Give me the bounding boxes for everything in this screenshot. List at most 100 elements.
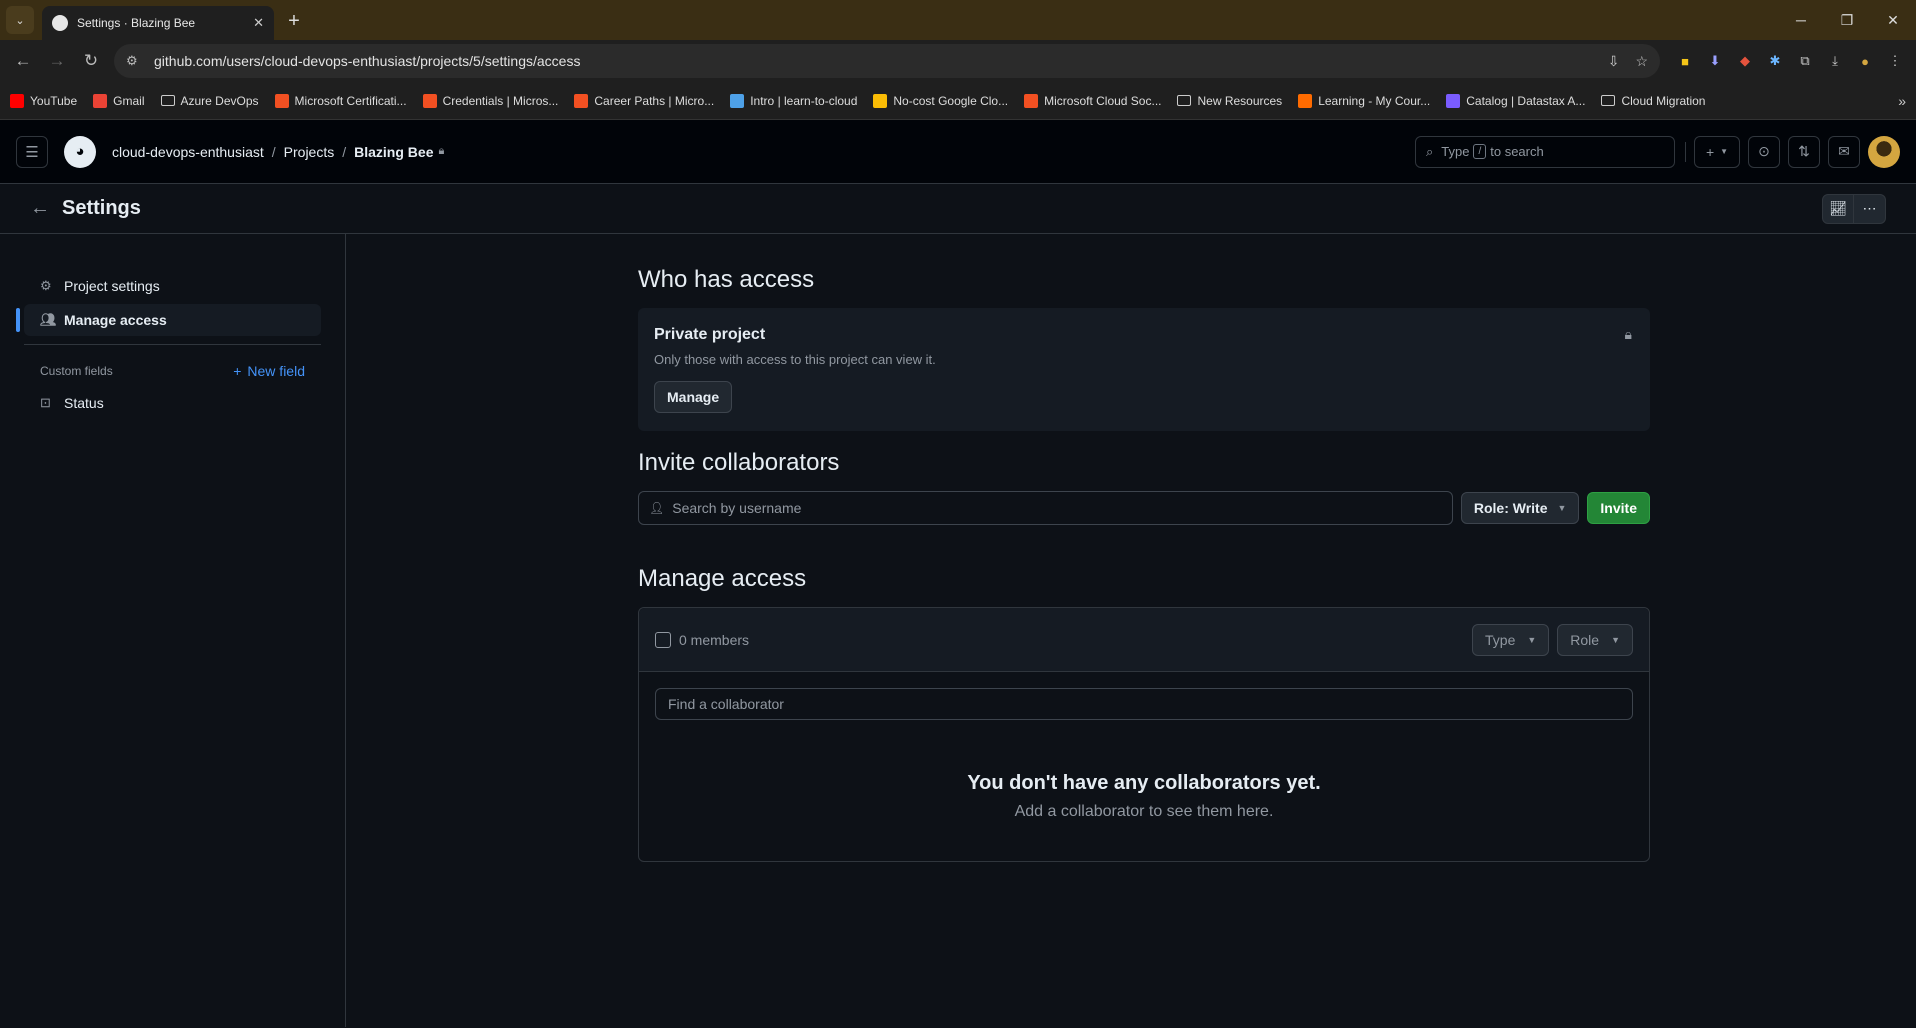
role-select-button[interactable]: Role: Write ▼ bbox=[1460, 492, 1580, 524]
bookmark-favicon-icon bbox=[93, 93, 108, 108]
search-icon: ⌕ bbox=[1426, 143, 1434, 159]
extension-download-icon[interactable]: ⬇ bbox=[1700, 46, 1730, 76]
extensions-area: ■ ⬇ ◆ ✱ ⧉ ⤓ ● ⋮ bbox=[1670, 46, 1910, 76]
new-field-button[interactable]: + New field bbox=[233, 363, 305, 379]
bookmark-item[interactable]: Microsoft Cloud Soc... bbox=[1024, 93, 1162, 108]
insights-chart-icon[interactable]: 📈︎ bbox=[1822, 193, 1854, 224]
select-all-checkbox[interactable] bbox=[655, 631, 671, 648]
site-info-icon[interactable]: ⚙ bbox=[126, 53, 148, 69]
more-bookmarks-icon[interactable]: » bbox=[1898, 93, 1906, 109]
window-controls: ─ ❐ ✕ bbox=[1778, 0, 1916, 40]
members-header: 0 members Type ▼ Role ▼ bbox=[639, 608, 1649, 672]
avatar[interactable] bbox=[1868, 135, 1900, 168]
back-arrow-icon[interactable]: ← bbox=[30, 197, 50, 220]
username-search-placeholder: Search by username bbox=[672, 500, 802, 516]
username-search-input[interactable]: 👤︎ Search by username bbox=[638, 491, 1453, 525]
bookmark-favicon-icon bbox=[1446, 93, 1461, 108]
bookmark-label: Cloud Migration bbox=[1621, 93, 1706, 108]
bookmark-item[interactable]: Credentials | Micros... bbox=[422, 93, 558, 108]
bookmark-label: Microsoft Certificati... bbox=[294, 93, 407, 108]
settings-content: Who has access Private project Only thos… bbox=[346, 234, 1916, 1027]
private-project-description: Only those with access to this project c… bbox=[654, 352, 936, 367]
address-bar[interactable]: ⚙ github.com/users/cloud-devops-enthusia… bbox=[114, 44, 1660, 78]
sidebar-item-status[interactable]: ⊡ Status bbox=[24, 387, 321, 419]
breadcrumb-project[interactable]: Blazing Bee bbox=[354, 144, 433, 160]
bookmark-favicon-icon bbox=[1024, 93, 1039, 108]
github-logo-icon[interactable]: ◕ bbox=[64, 135, 96, 168]
plus-icon: + bbox=[233, 363, 242, 379]
downloads-icon[interactable]: ⤓ bbox=[1820, 46, 1850, 76]
breadcrumb-separator: / bbox=[342, 143, 347, 160]
chevron-down-icon: ▼ bbox=[1611, 634, 1620, 645]
bookmark-item[interactable]: YouTube bbox=[10, 93, 77, 108]
back-icon[interactable]: ← bbox=[6, 44, 40, 78]
pull-requests-icon[interactable]: ⇅ bbox=[1788, 135, 1820, 168]
chevron-down-icon: ▼ bbox=[1720, 147, 1729, 156]
bookmark-favicon-icon bbox=[422, 93, 437, 108]
create-new-button[interactable]: + ▼ bbox=[1694, 135, 1740, 168]
content-column: Who has access Private project Only thos… bbox=[638, 266, 1650, 862]
bookmark-item[interactable]: Microsoft Certificati... bbox=[274, 93, 407, 108]
sidebar-item-project-settings[interactable]: ⚙ Project settings bbox=[24, 270, 321, 302]
forward-icon[interactable]: → bbox=[40, 44, 74, 78]
close-tab-icon[interactable]: ✕ bbox=[253, 15, 264, 31]
tab-title: Settings · Blazing Bee bbox=[77, 16, 196, 30]
role-select-label: Role: Write bbox=[1473, 500, 1548, 516]
more-options-icon[interactable]: ⋯ bbox=[1854, 193, 1886, 224]
bookmark-item[interactable]: Learning - My Cour... bbox=[1298, 93, 1430, 108]
bookmark-label: Career Paths | Micro... bbox=[594, 93, 715, 108]
restore-icon[interactable]: ❐ bbox=[1824, 0, 1870, 40]
profile-icon[interactable]: ● bbox=[1850, 46, 1880, 76]
breadcrumb-projects[interactable]: Projects bbox=[284, 144, 335, 160]
global-search-input[interactable]: ⌕ Type / to search bbox=[1415, 135, 1675, 168]
header-actions: ⌕ Type / to search + ▼ ⊙ ⇅ ✉ bbox=[1415, 135, 1900, 168]
find-collaborator-input[interactable]: Find a collaborator bbox=[655, 688, 1633, 720]
bookmark-label: Intro | learn-to-cloud bbox=[750, 93, 858, 108]
hamburger-menu-icon[interactable]: ☰ bbox=[16, 135, 48, 168]
github-header: ☰ ◕ cloud-devops-enthusiast / Projects /… bbox=[0, 120, 1916, 184]
url-text: github.com/users/cloud-devops-enthusiast… bbox=[154, 53, 581, 69]
close-window-icon[interactable]: ✕ bbox=[1870, 0, 1916, 40]
reload-icon[interactable]: ↻ bbox=[74, 44, 108, 78]
install-app-icon[interactable]: ⇩ bbox=[1608, 53, 1620, 70]
minimize-icon[interactable]: ─ bbox=[1778, 0, 1824, 40]
bookmark-item[interactable]: Gmail bbox=[93, 93, 145, 108]
extensions-puzzle-icon[interactable]: ⧉ bbox=[1790, 46, 1820, 76]
bookmark-item[interactable]: Cloud Migration bbox=[1601, 94, 1705, 108]
sidebar-item-label: Project settings bbox=[64, 278, 160, 294]
bookmark-star-icon[interactable]: ☆ bbox=[1635, 53, 1648, 70]
sidebar-item-manage-access[interactable]: 👥︎ Manage access bbox=[16, 304, 321, 336]
browser-tab[interactable]: Settings · Blazing Bee ✕ bbox=[42, 6, 274, 40]
sidebar-item-label: Manage access bbox=[64, 312, 167, 328]
search-hint-type: Type bbox=[1441, 144, 1470, 159]
bookmark-favicon-icon bbox=[873, 93, 888, 108]
invite-button[interactable]: Invite bbox=[1587, 492, 1650, 524]
bookmark-label: Microsoft Cloud Soc... bbox=[1044, 93, 1162, 108]
bookmark-item[interactable]: No-cost Google Clo... bbox=[873, 93, 1008, 108]
bookmark-item[interactable]: Career Paths | Micro... bbox=[574, 93, 715, 108]
browser-menu-icon[interactable]: ⋮ bbox=[1880, 46, 1910, 76]
extension-red-icon[interactable]: ◆ bbox=[1730, 46, 1760, 76]
custom-fields-label: Custom fields bbox=[40, 364, 113, 378]
bookmark-favicon-icon bbox=[1298, 93, 1313, 108]
bookmark-label: New Resources bbox=[1197, 93, 1283, 108]
bookmark-favicon-icon bbox=[274, 93, 289, 108]
tab-search-chevron-icon[interactable]: ⌄ bbox=[6, 6, 34, 34]
issues-icon[interactable]: ⊙ bbox=[1748, 135, 1780, 168]
breadcrumb-owner[interactable]: cloud-devops-enthusiast bbox=[112, 144, 264, 160]
inbox-icon[interactable]: ✉ bbox=[1828, 135, 1860, 168]
new-tab-icon[interactable]: + bbox=[280, 7, 308, 35]
folder-icon bbox=[1601, 95, 1616, 106]
extension-blue-icon[interactable]: ✱ bbox=[1760, 46, 1790, 76]
bookmark-label: Azure DevOps bbox=[180, 93, 259, 108]
bookmark-item[interactable]: New Resources bbox=[1177, 94, 1282, 108]
manage-visibility-button[interactable]: Manage bbox=[654, 381, 733, 413]
role-filter-button[interactable]: Role ▼ bbox=[1557, 623, 1633, 656]
type-filter-button[interactable]: Type ▼ bbox=[1472, 623, 1550, 656]
browser-toolbar: ← → ↻ ⚙ github.com/users/cloud-devops-en… bbox=[0, 40, 1916, 82]
bookmark-item[interactable]: Intro | learn-to-cloud bbox=[730, 93, 858, 108]
extension-yellow-icon[interactable]: ■ bbox=[1670, 46, 1700, 76]
bookmark-item[interactable]: Azure DevOps bbox=[160, 93, 259, 108]
bookmark-label: Gmail bbox=[113, 93, 145, 108]
bookmark-item[interactable]: Catalog | Datastax A... bbox=[1446, 93, 1585, 108]
